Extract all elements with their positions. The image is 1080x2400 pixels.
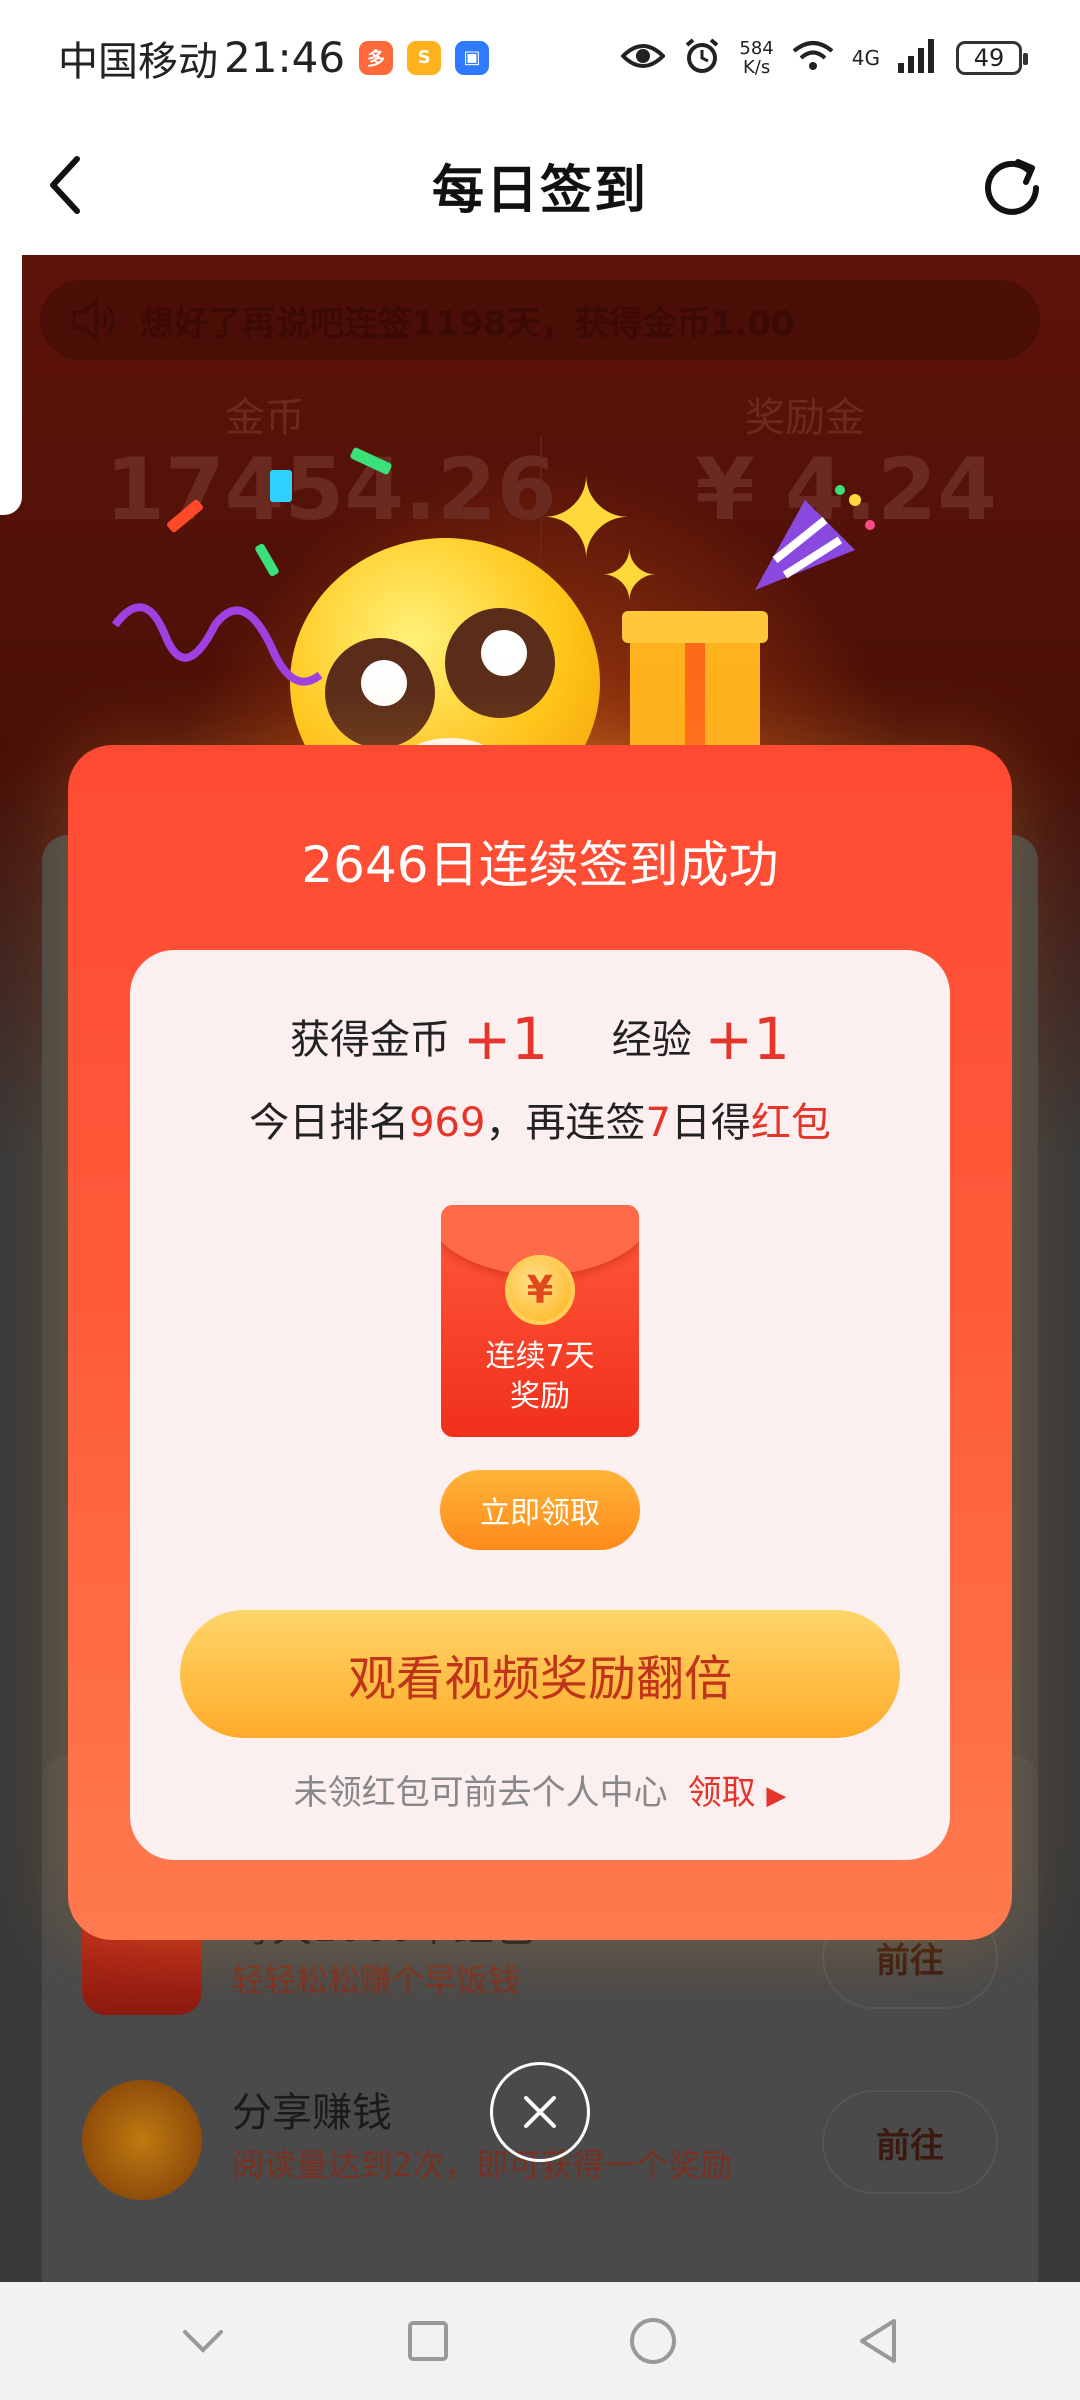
emoji-eye [445,608,555,718]
yuan-coin-icon: ¥ [505,1255,575,1325]
refresh-icon[interactable] [974,150,1050,226]
app-notification-icon: S [407,40,442,75]
hint-message: 未领红包可前去个人中心 [293,1773,668,1813]
close-icon[interactable] [490,2062,590,2162]
coins-text: 获得金币 [289,1017,450,1063]
app-notification-icon: 多 [359,40,394,75]
exp-plus: +1 [704,1005,791,1073]
carrier-name: 中国移动 [58,38,218,85]
gift-box-icon [622,611,768,755]
bonus-label: 奖励金 [745,395,865,441]
ribbon-decoration [105,585,325,709]
chevron-down-icon[interactable] [163,2301,243,2381]
sparkle-icon: ✦ [600,535,659,617]
rank-mid: ，再连签 [485,1100,646,1146]
floating-side-tab[interactable] [0,225,22,515]
coins-label: 金币 [225,395,305,441]
reward-card: 获得金币 +1 经验 +1 今日排名969，再连签7日得红包 ¥ 连续7天 奖励… [130,950,950,1860]
rank-summary: 今日排名969，再连签7日得红包 [130,1090,950,1148]
page-title: 每日签到 [431,160,648,221]
envelope-label: 连续7天 奖励 [485,1339,595,1414]
notice-text: 想好了再说吧连签1198天，获得金币1.00 [140,303,795,344]
back-triangle-icon[interactable] [838,2301,918,2381]
emoji-eye [325,638,435,748]
signal-icon [898,38,938,77]
back-arrow-icon[interactable] [30,150,100,220]
go-button[interactable]: 前往 [822,2090,998,2194]
net-speed: 584 K/s [739,37,774,78]
app-notification-icon: ▣ [455,40,490,75]
rank-prefix: 今日排名 [249,1100,410,1146]
status-bar: 中国移动 21:46 多 S ▣ 584 K/s 4G 49 [0,0,1080,115]
rank-value: 969 [409,1100,486,1146]
party-popper-icon [745,480,885,624]
coins-plus: +1 [462,1005,549,1073]
dialog-title: 2646日连续签到成功 [301,836,779,894]
eye-icon [620,41,667,75]
watch-video-double-button[interactable]: 观看视频奖励翻倍 [180,1610,900,1738]
clock-time: 21:46 [224,33,346,82]
claim-link[interactable]: 领取 ▶ [688,1773,787,1813]
home-circle-icon[interactable] [613,2301,693,2381]
reward-word: 红包 [750,1100,831,1146]
triangle-right-icon: ▶ [766,1781,787,1811]
days-suffix: 日得 [670,1100,751,1146]
claim-now-button[interactable]: 立即领取 [440,1470,640,1550]
page-header: 每日签到 [0,115,1080,255]
network-type: 4G [851,45,880,70]
days-value: 7 [645,1100,671,1146]
notice-bar: 想好了再说吧连签1198天，获得金币1.00 [40,280,1040,360]
wifi-icon [792,39,834,77]
battery-icon: 49 [956,40,1028,75]
system-nav-bar [0,2282,1080,2400]
list-item-subtitle: 轻轻松松赚个早饭钱 [232,1961,521,1999]
recents-square-icon[interactable] [388,2301,468,2381]
confetti [270,470,292,502]
speaker-icon [70,298,118,351]
checkin-success-dialog: 2646日连续签到成功 获得金币 +1 经验 +1 今日排名969，再连签7日得… [68,745,1012,1940]
exp-text: 经验 [611,1017,692,1063]
list-item-subtitle: 阅读量达到2次，即可获得一个奖励 [232,2146,733,2184]
share-icon [82,2080,202,2200]
hint-text: 未领红包可前去个人中心 领取 ▶ [130,1765,950,1814]
red-envelope[interactable]: ¥ 连续7天 奖励 [441,1205,639,1437]
list-item-title: 分享赚钱 [232,2090,392,2136]
alarm-icon [683,37,721,79]
reward-summary: 获得金币 +1 经验 +1 [130,1005,950,1073]
